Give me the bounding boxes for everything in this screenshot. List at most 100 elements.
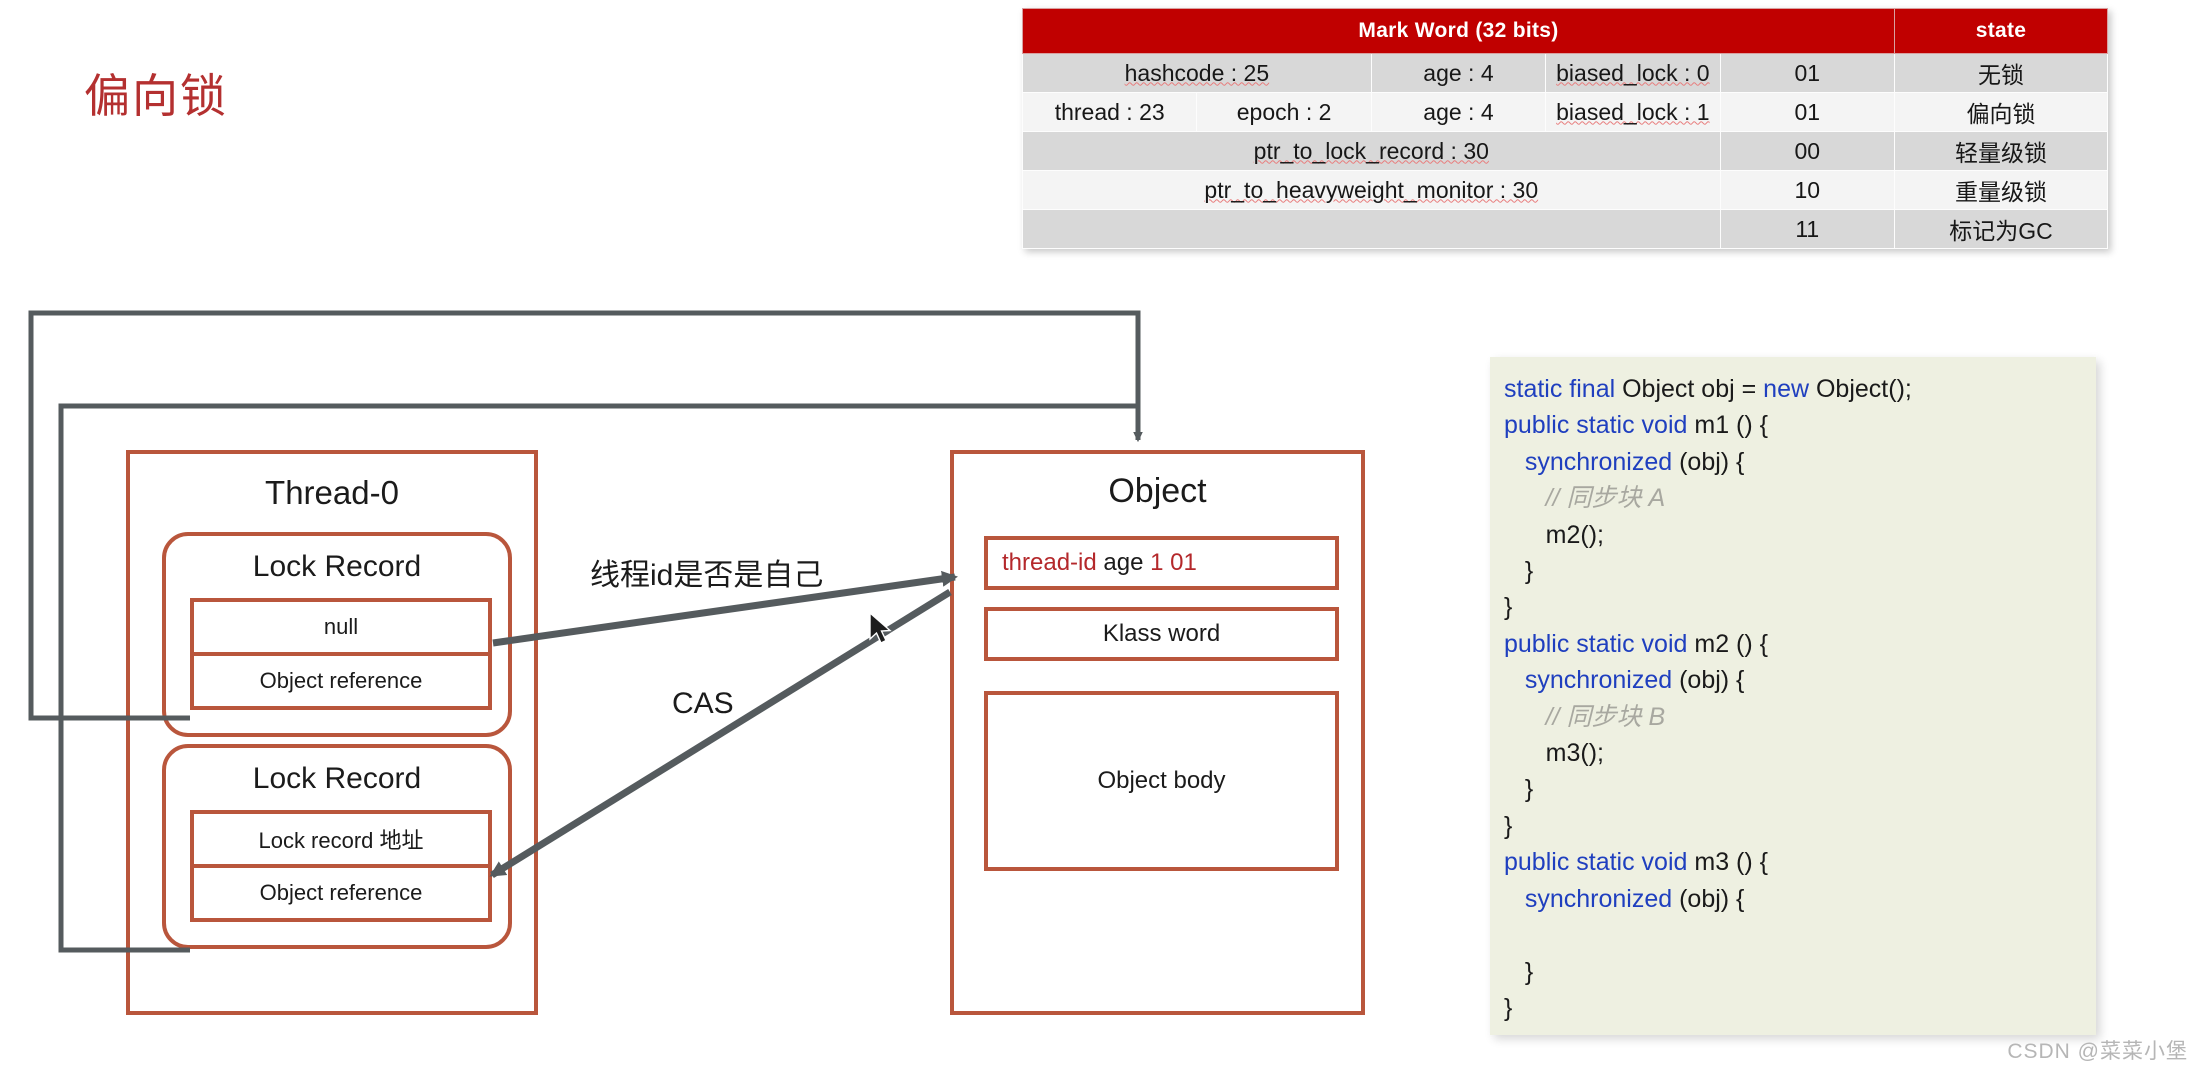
code-text: } xyxy=(1504,557,1534,586)
object-klass-word-slot: Klass word xyxy=(984,607,1339,661)
object-box: Object thread-id age 1 01 Klass word Obj… xyxy=(950,450,1365,1015)
header-state: state xyxy=(1894,8,2108,54)
code-comment: // 同步块 B xyxy=(1504,702,1666,731)
code-line: } xyxy=(1504,990,2096,1026)
code-line: } xyxy=(1504,954,2096,990)
cell-empty xyxy=(1022,209,1721,249)
lock-record-1: Lock Record null Object reference xyxy=(162,532,512,737)
code-text: } xyxy=(1504,957,1534,986)
code-line: synchronized (obj) { xyxy=(1504,444,2096,480)
code-text: (obj) { xyxy=(1679,666,1745,695)
cell-hashcode: hashcode : 25 xyxy=(1022,53,1372,93)
code-line: synchronized (obj) { xyxy=(1504,662,2096,698)
code-keyword: static final xyxy=(1504,375,1623,403)
watermark: CSDN @菜菜小堡 xyxy=(2007,1040,2188,1063)
cell-bits: 11 xyxy=(1719,209,1896,249)
code-keyword: public static void xyxy=(1504,629,1695,658)
code-line: m2(); xyxy=(1504,517,2096,553)
code-keyword: synchronized xyxy=(1524,447,1680,476)
code-panel: static final Object obj = new Object(); p… xyxy=(1490,357,2096,1035)
cell-biased-lock: biased_lock : 0 xyxy=(1545,53,1721,93)
header-mark-word: Mark Word (32 bits) xyxy=(1022,8,1895,54)
code-keyword: synchronized xyxy=(1524,666,1680,695)
lock-record-slot-null: null xyxy=(190,598,492,656)
mark-word-table-grid: Mark Word (32 bits) state hashcode : 25 … xyxy=(1021,8,2108,249)
table-row: thread : 23 epoch : 2 age : 4 biased_loc… xyxy=(1021,92,2108,132)
code-text: m3(); xyxy=(1504,739,1604,768)
code-keyword: public static void xyxy=(1504,848,1695,877)
thread-title: Thread-0 xyxy=(265,474,399,511)
table-row: ptr_to_lock_record : 30 00 轻量级锁 xyxy=(1022,131,2108,171)
code-text: Object(); xyxy=(1815,375,1912,403)
cell-state: 无锁 xyxy=(1894,53,2108,93)
cell-bits: 01 xyxy=(1719,53,1896,93)
code-line: // 同步块 A xyxy=(1504,480,2096,516)
code-line: } xyxy=(1504,553,2096,589)
lock-record-slot-object-reference: Object reference xyxy=(190,652,492,710)
code-text: m1 () { xyxy=(1694,411,1768,440)
cell-epoch: epoch : 2 xyxy=(1196,92,1372,132)
page-title: 偏向锁 xyxy=(84,70,228,122)
code-line: m3(); xyxy=(1504,735,2096,771)
lock-record-slot-lock-record-address: Lock record 地址 xyxy=(190,810,492,868)
cell-state: 轻量级锁 xyxy=(1894,131,2108,171)
table-head: Mark Word (32 bits) state xyxy=(1022,8,2108,54)
cell-state: 标记为GC xyxy=(1894,209,2108,249)
code-text: m3 () { xyxy=(1694,848,1768,877)
code-text: m2 () { xyxy=(1694,629,1768,658)
thread-box: Thread-0 Lock Record null Object referen… xyxy=(126,450,538,1015)
code-line: synchronized (obj) { xyxy=(1504,881,2096,917)
lock-record-slot-object-reference: Object reference xyxy=(190,864,492,922)
arrow-label-thread-check: 线程id是否是自己 xyxy=(590,559,824,592)
lock-record-title: Lock Record xyxy=(252,550,422,583)
arrow-label-cas: CAS xyxy=(672,687,734,720)
table-row: ptr_to_heavyweight_monitor : 30 10 重量级锁 xyxy=(1022,170,2108,210)
code-line: } xyxy=(1504,589,2096,625)
code-keyword: synchronized xyxy=(1524,884,1680,913)
code-keyword: new xyxy=(1763,375,1816,403)
code-line: // 同步块 B xyxy=(1504,699,2096,735)
table-row: hashcode : 25 age : 4 biased_lock : 0 01… xyxy=(1022,53,2108,93)
mark-word-bits: 1 01 xyxy=(1150,549,1197,576)
object-mark-word-slot: thread-id age 1 01 xyxy=(984,536,1339,590)
cell-bits: 01 xyxy=(1719,92,1896,132)
code-line: public static void m2 () { xyxy=(1504,626,2096,662)
table-body: hashcode : 25 age : 4 biased_lock : 0 01… xyxy=(1021,53,2108,249)
code-comment: // 同步块 A xyxy=(1504,484,1666,513)
cell-state: 重量级锁 xyxy=(1894,170,2108,210)
table-header-row: Mark Word (32 bits) state xyxy=(1022,8,2108,54)
code-text: } xyxy=(1504,775,1534,804)
code-line: static final Object obj = new Object(); xyxy=(1504,371,2096,407)
cell-age: age : 4 xyxy=(1370,53,1547,93)
cell-biased-lock: biased_lock : 1 xyxy=(1545,92,1721,132)
code-line: public static void m3 () { xyxy=(1504,844,2096,880)
mark-word-thread-id: thread-id xyxy=(1002,549,1097,576)
code-text: (obj) { xyxy=(1679,447,1745,476)
code-line: public static void m1 () { xyxy=(1504,407,2096,443)
mark-word-age: age xyxy=(1103,549,1144,576)
mouse-cursor xyxy=(869,611,892,644)
lock-record-2: Lock Record Lock record 地址 Object refere… xyxy=(162,744,512,949)
arrow-cas xyxy=(489,589,952,878)
mark-word-table: Mark Word (32 bits) state hashcode : 25 … xyxy=(1021,8,2108,249)
lock-record-title: Lock Record xyxy=(252,762,422,795)
code-text: } xyxy=(1504,593,1513,622)
cell-bits: 00 xyxy=(1719,131,1896,171)
object-body-slot: Object body xyxy=(984,691,1339,871)
code-text: m2(); xyxy=(1504,520,1604,549)
cell-ptr-lock-record: ptr_to_lock_record : 30 xyxy=(1022,131,1721,171)
cell-state: 偏向锁 xyxy=(1894,92,2108,132)
cell-bits: 10 xyxy=(1719,170,1896,210)
code-text: Object obj = xyxy=(1622,375,1764,403)
table-row: 11 标记为GC xyxy=(1022,209,2108,249)
cell-thread: thread : 23 xyxy=(1021,92,1198,132)
cell-age: age : 4 xyxy=(1370,92,1547,132)
cell-ptr-heavyweight-monitor: ptr_to_heavyweight_monitor : 30 xyxy=(1022,170,1721,210)
code-text: } xyxy=(1504,993,1513,1022)
object-title: Object xyxy=(1108,472,1207,510)
code-line: } xyxy=(1504,771,2096,807)
